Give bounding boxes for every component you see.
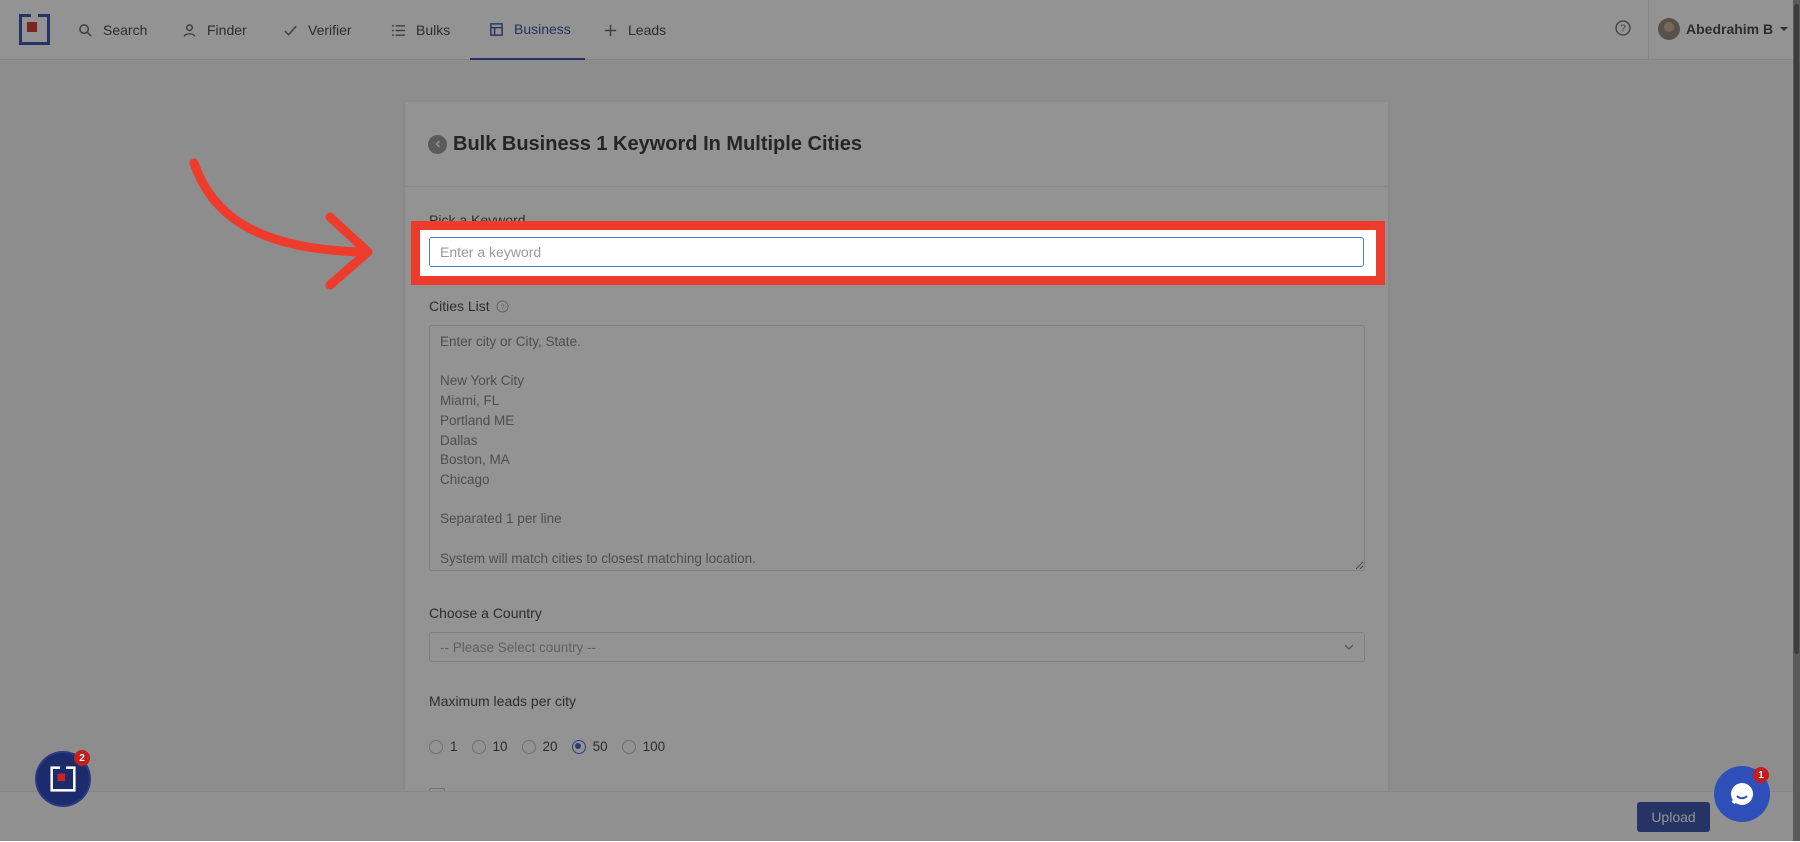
nav-label-search: Search: [103, 22, 148, 38]
search-icon: [79, 23, 92, 37]
page-title: Bulk Business 1 Keyword In Multiple Citi…: [453, 132, 862, 155]
nav-label-business: Business: [514, 21, 571, 37]
bulk-business-card: Bulk Business 1 Keyword In Multiple Citi…: [405, 102, 1388, 841]
back-button[interactable]: [428, 134, 447, 154]
check-icon: [284, 25, 297, 36]
radio-button[interactable]: [471, 739, 486, 754]
nav-label-bulks: Bulks: [416, 22, 451, 38]
cities-label-row: Cities List ?: [429, 298, 509, 314]
card-header: Bulk Business 1 Keyword In Multiple Citi…: [405, 102, 1388, 187]
chat-icon: [1731, 783, 1753, 805]
radio-option-100[interactable]: 100: [621, 739, 666, 754]
cities-textarea[interactable]: [429, 325, 1365, 571]
radio-option-50[interactable]: 50: [571, 739, 608, 754]
help-icon[interactable]: ?: [1615, 20, 1631, 36]
app-logo[interactable]: [19, 14, 50, 45]
bottom-action-bar: [0, 791, 1800, 842]
highlight-box: [411, 221, 1385, 285]
upload-button[interactable]: Upload: [1637, 802, 1710, 832]
pointer-arrow-icon: [189, 158, 373, 290]
nav-label-finder: Finder: [207, 22, 247, 38]
list-icon: [391, 24, 406, 36]
country-select-value: -- Please Select country --: [440, 639, 597, 655]
top-navbar: Search Finder Verifier Bulks Business Le…: [0, 0, 1800, 60]
nav-item-business[interactable]: Business: [470, 0, 585, 60]
radio-label: 10: [492, 739, 508, 754]
info-icon[interactable]: ?: [496, 299, 509, 313]
svg-text:?: ?: [500, 302, 504, 311]
caret-down-icon: [1780, 27, 1789, 31]
radio-button-selected[interactable]: [571, 739, 586, 754]
radio-button[interactable]: [621, 739, 636, 754]
chevron-left-icon: [434, 140, 440, 148]
radio-button[interactable]: [521, 739, 536, 754]
user-divider: [1648, 0, 1649, 60]
nav-item-bulks[interactable]: Bulks: [391, 0, 450, 60]
app-logo-icon: [50, 766, 76, 792]
radio-label: 20: [542, 739, 558, 754]
scrollbar-thumb[interactable]: [1794, 4, 1799, 654]
avatar: [1658, 18, 1680, 40]
radio-label: 1: [450, 739, 458, 754]
nav-item-finder[interactable]: Finder: [182, 0, 247, 60]
max-leads-label: Maximum leads per city: [429, 693, 577, 709]
country-label: Choose a Country: [429, 605, 542, 621]
max-leads-radio-group: 1 10 20 50 100: [429, 739, 679, 754]
radio-label: 50: [592, 739, 608, 754]
radio-label: 100: [642, 739, 666, 754]
person-icon: [183, 23, 196, 37]
nav-label-leads: Leads: [628, 22, 667, 38]
nav-item-verifier[interactable]: Verifier: [283, 0, 352, 60]
nav-item-leads[interactable]: Leads: [603, 0, 666, 60]
business-icon: [490, 22, 503, 36]
radio-option-1[interactable]: 1: [429, 739, 458, 754]
radio-button[interactable]: [429, 739, 443, 754]
svg-text:?: ?: [1620, 24, 1626, 35]
chevron-down-icon: [1344, 644, 1354, 650]
nav-item-search[interactable]: Search: [78, 0, 147, 60]
chat-badge: 1: [1753, 767, 1769, 783]
radio-option-20[interactable]: 20: [521, 739, 558, 754]
radio-option-10[interactable]: 10: [471, 739, 508, 754]
country-select[interactable]: -- Please Select country --: [429, 632, 1365, 662]
notification-badge: 2: [74, 750, 90, 766]
user-name: Abedrahim B: [1686, 21, 1774, 37]
plus-icon: [604, 24, 617, 36]
user-menu[interactable]: Abedrahim B: [1658, 18, 1789, 40]
cities-label: Cities List: [429, 298, 490, 314]
nav-label-verifier: Verifier: [308, 22, 352, 38]
